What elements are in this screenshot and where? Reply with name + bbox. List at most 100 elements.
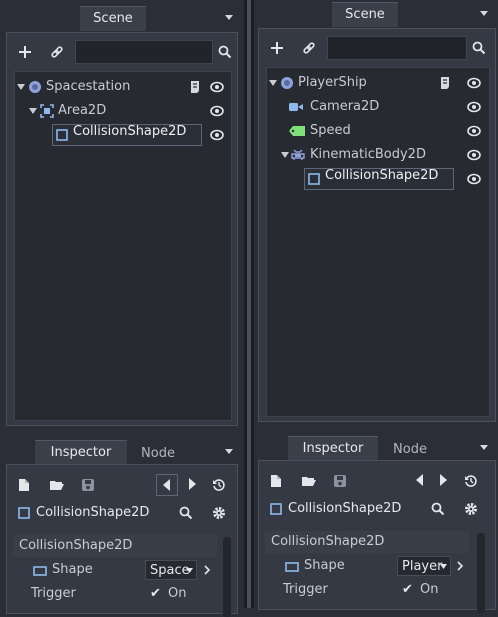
tree-item-playership[interactable]: PlayerShip	[269, 72, 439, 94]
tree-item-collisionshape2d[interactable]: CollisionShape2D	[304, 168, 454, 190]
arrow-right-icon[interactable]	[439, 474, 447, 486]
dock-menu-icon[interactable]	[225, 449, 233, 454]
collapse-arrow-icon[interactable]	[29, 108, 37, 114]
search-icon[interactable]	[179, 506, 193, 520]
gear-icon[interactable]	[464, 502, 478, 516]
search-icon[interactable]	[431, 502, 445, 516]
chevron-right-icon[interactable]	[457, 561, 463, 571]
collapse-arrow-icon[interactable]	[269, 80, 277, 86]
chevron-down-icon	[440, 564, 447, 569]
shape-resource-dropdown[interactable]: Space	[145, 560, 197, 580]
visibility-eye-icon[interactable]	[467, 100, 481, 114]
checkbox-label: On	[168, 586, 187, 601]
scene-filter-input[interactable]	[75, 40, 213, 64]
kinematicbody2d-icon	[291, 149, 305, 160]
tree-item-spacestation[interactable]: Spacestation	[17, 76, 217, 98]
tree-item-label: PlayerShip	[298, 75, 367, 90]
inspector-scrollbar[interactable]	[223, 537, 231, 617]
property-label: Shape	[52, 562, 93, 577]
visibility-eye-icon[interactable]	[467, 172, 481, 186]
inspector-dock-tabs: Inspector Node	[254, 434, 498, 462]
tab-scene[interactable]: Scene	[332, 2, 398, 27]
visibility-eye-icon[interactable]	[467, 124, 481, 138]
arrow-left-icon[interactable]	[416, 474, 424, 486]
history-icon[interactable]	[212, 478, 226, 492]
visibility-eye-icon[interactable]	[467, 76, 481, 90]
search-icon[interactable]	[216, 43, 234, 61]
chevron-right-icon[interactable]	[204, 565, 210, 575]
link-icon[interactable]	[300, 39, 318, 57]
area2d-icon	[40, 104, 54, 118]
inspector-scrollbar[interactable]	[477, 533, 485, 613]
tree-item-label: CollisionShape2D	[325, 168, 439, 183]
scene-dock-tabs: Scene	[254, 0, 498, 27]
checkbox-label: On	[420, 582, 439, 597]
tree-item-area2d[interactable]: Area2D	[29, 100, 209, 122]
script-icon[interactable]	[189, 80, 201, 94]
new-resource-icon[interactable]	[18, 478, 30, 492]
property-label: Trigger	[31, 586, 76, 601]
visibility-eye-icon[interactable]	[210, 80, 224, 94]
tree-item-speed[interactable]: Speed	[289, 120, 429, 142]
search-icon[interactable]	[470, 39, 488, 57]
script-icon[interactable]	[439, 76, 451, 90]
tab-node[interactable]: Node	[128, 442, 188, 466]
history-back-button[interactable]	[156, 474, 178, 496]
camera2d-icon	[289, 103, 303, 111]
tree-item-camera2d[interactable]: Camera2D	[289, 96, 429, 118]
tree-item-collisionshape2d[interactable]: CollisionShape2D	[52, 124, 202, 146]
tree-item-label: Speed	[310, 123, 351, 138]
dock-menu-icon[interactable]	[480, 445, 488, 450]
tab-inspector[interactable]: Inspector	[35, 440, 127, 465]
collisionshape2d-icon	[270, 503, 282, 515]
visibility-eye-icon[interactable]	[467, 148, 481, 162]
rectangleshape-icon	[33, 566, 47, 576]
property-category: CollisionShape2D	[13, 535, 217, 557]
inspector-dock-tabs: Inspector Node	[0, 438, 244, 466]
collisionshape2d-icon	[18, 507, 30, 519]
new-resource-icon[interactable]	[270, 474, 282, 488]
tab-inspector[interactable]: Inspector	[288, 436, 378, 461]
tree-item-label: Area2D	[58, 103, 107, 118]
open-folder-icon[interactable]	[301, 475, 317, 487]
tree-item-kinematicbody2d[interactable]: KinematicBody2D	[281, 144, 451, 166]
scene-filter-input[interactable]	[327, 36, 467, 60]
history-icon[interactable]	[464, 474, 478, 488]
collisionshape2d-icon	[308, 173, 320, 185]
link-icon[interactable]	[48, 43, 66, 61]
add-node-icon[interactable]	[16, 43, 34, 61]
property-category: CollisionShape2D	[265, 531, 469, 553]
node2d-icon	[281, 77, 293, 89]
trigger-checkbox[interactable]: ✔ On	[148, 583, 208, 605]
tab-node[interactable]: Node	[380, 438, 440, 462]
right-editor-panel: Scene PlayerShip Camera2D Speed Kinemati…	[254, 0, 498, 613]
checkmark-icon: ✔	[402, 582, 413, 597]
scene-dock: Spacestation Area2D CollisionShape2D	[6, 32, 238, 426]
collapse-arrow-icon[interactable]	[17, 84, 25, 90]
tab-scene[interactable]: Scene	[80, 6, 146, 31]
visibility-eye-icon[interactable]	[210, 128, 224, 142]
visibility-eye-icon[interactable]	[210, 104, 224, 118]
dropdown-value: Space	[150, 563, 190, 578]
property-label: Trigger	[283, 582, 328, 597]
save-icon[interactable]	[333, 474, 347, 488]
tree-item-label: Spacestation	[46, 79, 131, 94]
inspected-node-name: CollisionShape2D	[288, 501, 402, 516]
collapse-arrow-icon[interactable]	[281, 152, 289, 158]
scene-tree: PlayerShip Camera2D Speed KinematicBody2…	[266, 67, 490, 417]
panel-split-handle[interactable]	[244, 0, 254, 608]
add-node-icon[interactable]	[268, 39, 286, 57]
dock-menu-icon[interactable]	[225, 15, 233, 20]
save-icon[interactable]	[81, 478, 95, 492]
dock-menu-icon[interactable]	[480, 11, 488, 16]
tree-item-label: Camera2D	[310, 99, 380, 114]
open-folder-icon[interactable]	[49, 479, 65, 491]
arrow-right-icon[interactable]	[188, 478, 196, 490]
shape-resource-dropdown[interactable]: Player	[397, 556, 451, 576]
inspector-dock: CollisionShape2D CollisionShape2D Shape …	[258, 460, 496, 613]
arrow-left-icon	[163, 479, 170, 491]
gear-icon[interactable]	[212, 506, 226, 520]
collisionshape2d-icon	[56, 129, 68, 141]
trigger-checkbox[interactable]: ✔ On	[400, 579, 460, 601]
left-editor-panel: Scene Spacestation Area2D CollisionShape…	[0, 0, 244, 617]
